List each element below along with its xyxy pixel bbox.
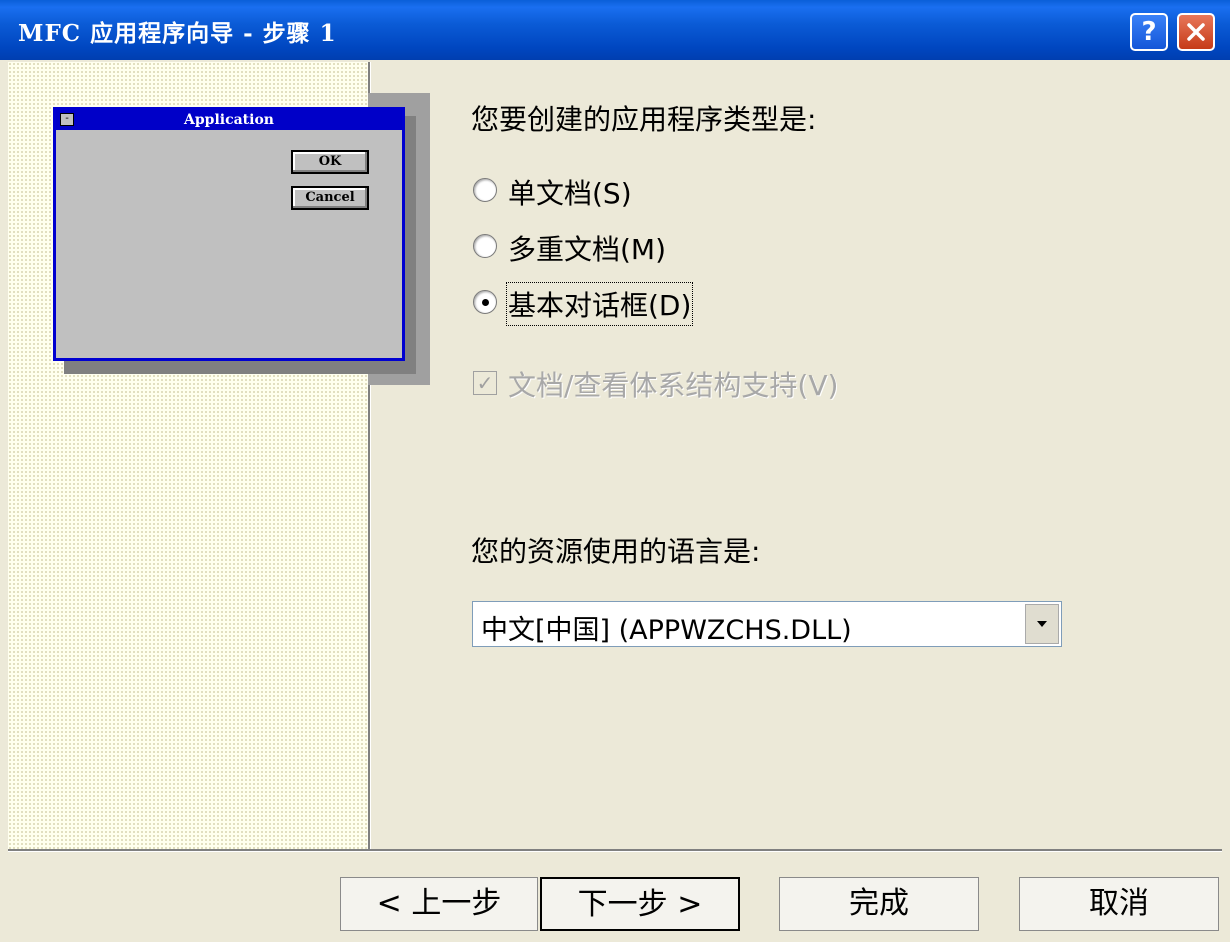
window-title: MFC 应用程序向导 - 步骤 1 [18, 20, 337, 47]
illustration-title-bar: - Application [56, 110, 402, 130]
radio-selected-dot [482, 299, 489, 306]
close-icon [1187, 23, 1205, 41]
help-button[interactable]: ? [1130, 13, 1168, 51]
back-button[interactable]: < 上一步 [340, 877, 538, 931]
language-select[interactable]: 中文[中国] (APPWZCHS.DLL) [472, 601, 1062, 647]
close-button[interactable] [1177, 13, 1215, 51]
chevron-down-icon [1037, 621, 1047, 627]
dropdown-button[interactable] [1025, 604, 1059, 644]
finish-button[interactable]: 完成 [779, 877, 979, 931]
checkmark-icon: ✓ [476, 371, 494, 395]
radio-multiple-documents-label[interactable]: 多重文档(M) [508, 228, 666, 268]
language-prompt: 您的资源使用的语言是: [471, 535, 761, 568]
radio-dialog-based[interactable] [473, 290, 497, 314]
radio-single-document-label[interactable]: 单文档(S) [508, 172, 632, 212]
app-type-prompt: 您要创建的应用程序类型是: [471, 103, 817, 136]
wizard-window: MFC 应用程序向导 - 步骤 1 ? - Application OK Can… [0, 0, 1230, 942]
illustration-dialog: - Application OK Cancel [53, 107, 405, 361]
docview-checkbox[interactable]: ✓ [473, 371, 497, 395]
illustration-title: Application [184, 112, 274, 128]
title-bar[interactable]: MFC 应用程序向导 - 步骤 1 ? [0, 0, 1230, 60]
help-icon: ? [1141, 17, 1157, 47]
next-button[interactable]: 下一步 > [540, 877, 740, 931]
footer-divider [8, 849, 1222, 852]
cancel-button[interactable]: 取消 [1019, 877, 1219, 931]
radio-single-document[interactable] [473, 178, 497, 202]
radio-multiple-documents[interactable] [473, 234, 497, 258]
language-select-value: 中文[中国] (APPWZCHS.DLL) [481, 615, 852, 646]
radio-dialog-based-label[interactable]: 基本对话框(D) [505, 282, 694, 326]
docview-checkbox-label: 文档/查看体系结构支持(V) [508, 369, 839, 402]
illustration-ok-button: OK [291, 150, 369, 174]
illustration-cancel-button: Cancel [291, 186, 369, 210]
